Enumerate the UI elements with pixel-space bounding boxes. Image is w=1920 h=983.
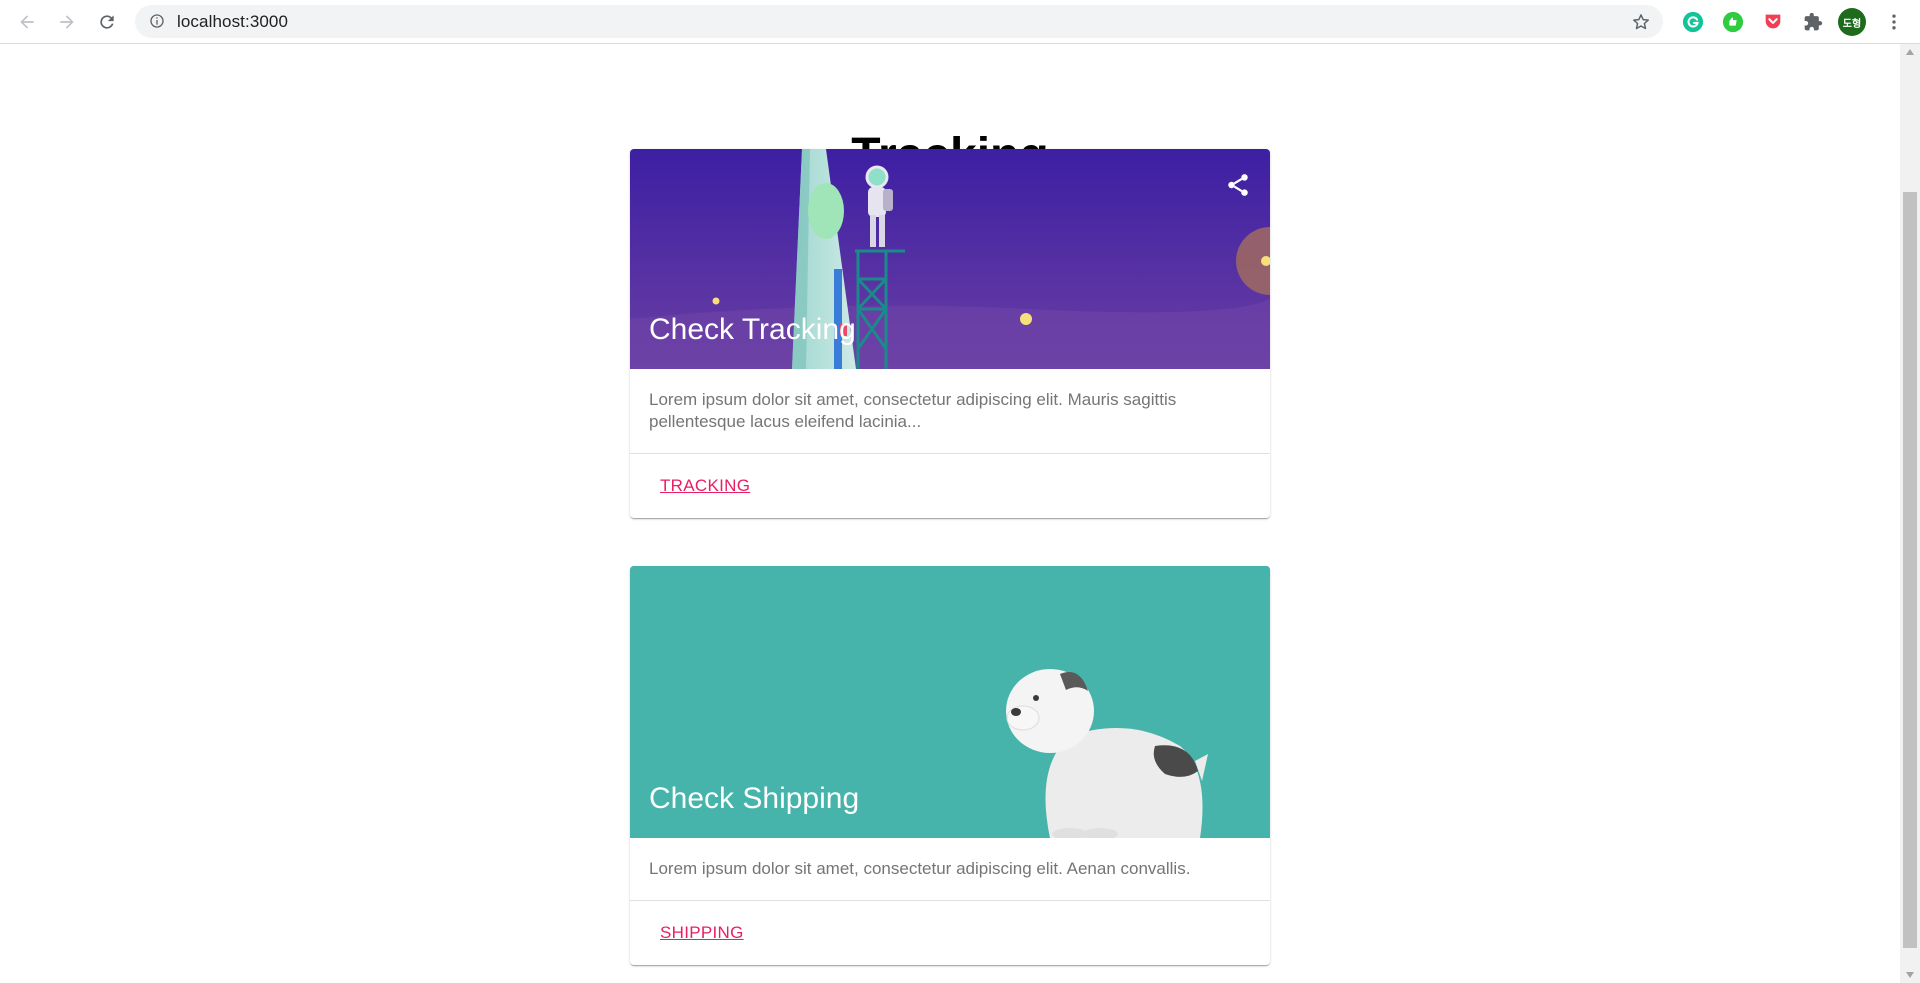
green-extension[interactable] [1721, 10, 1745, 34]
caret-down-icon [1906, 972, 1914, 978]
extensions-button[interactable] [1801, 10, 1825, 34]
scroll-down-button[interactable] [1900, 967, 1920, 983]
browser-toolbar: localhost:3000 도형 [0, 0, 1920, 44]
browser-menu-button[interactable] [1880, 8, 1908, 36]
grammarly-icon [1682, 11, 1704, 33]
shipping-link[interactable]: SHIPPING [660, 923, 744, 943]
card-title: Check Shipping [649, 782, 860, 815]
url-text[interactable]: localhost:3000 [177, 5, 288, 38]
pocket-extension[interactable] [1761, 10, 1785, 34]
reload-button[interactable] [91, 6, 123, 38]
share-button[interactable] [1220, 167, 1256, 203]
profile-avatar[interactable]: 도형 [1838, 8, 1866, 36]
forward-button[interactable] [51, 6, 83, 38]
pocket-icon [1765, 14, 1781, 29]
shipping-card: Check Shipping Lorem ipsum dolor sit ame… [630, 566, 1270, 965]
card-actions: SHIPPING [630, 900, 1270, 965]
green-extension-icon [1722, 11, 1744, 33]
puzzle-icon [1804, 12, 1823, 31]
scrollbar-thumb[interactable] [1903, 192, 1917, 948]
card-title: Check Tracking [649, 313, 856, 346]
card-description: Lorem ipsum dolor sit amet, consectetur … [649, 390, 1177, 431]
info-icon[interactable] [149, 13, 165, 29]
address-bar[interactable]: localhost:3000 [135, 5, 1663, 38]
back-button[interactable] [11, 6, 43, 38]
tracking-link[interactable]: TRACKING [660, 476, 750, 496]
share-icon [1228, 174, 1248, 196]
arrow-left-icon [20, 15, 34, 29]
arrow-right-icon [60, 15, 74, 29]
card-description: Lorem ipsum dolor sit amet, consectetur … [649, 859, 1191, 878]
vertical-scrollbar[interactable] [1900, 44, 1920, 983]
scroll-up-button[interactable] [1900, 44, 1920, 60]
tracking-card: Check Tracking Lorem ipsum dolor sit ame… [630, 149, 1270, 518]
caret-up-icon [1906, 49, 1914, 55]
star-icon[interactable] [1631, 12, 1651, 32]
tracking-card-image: Check Tracking [630, 149, 1270, 369]
more-vertical-icon [1892, 14, 1896, 30]
reload-icon [100, 15, 114, 29]
shipping-card-image: Check Shipping [630, 566, 1270, 838]
grammarly-extension[interactable] [1681, 10, 1705, 34]
card-actions: TRACKING [630, 453, 1270, 518]
